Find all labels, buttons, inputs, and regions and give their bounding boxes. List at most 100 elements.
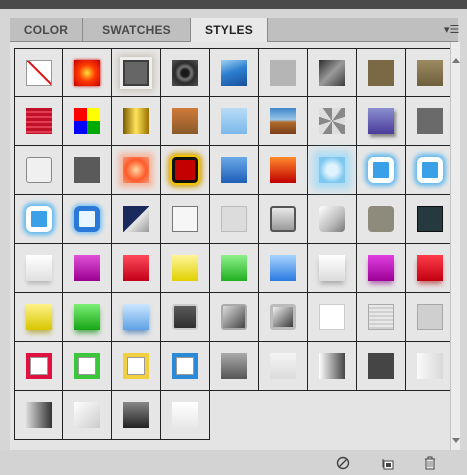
tab-styles[interactable]: STYLES (191, 18, 268, 43)
style-swatch[interactable] (63, 195, 112, 244)
style-swatch[interactable] (112, 195, 161, 244)
tab-swatches[interactable]: SWATCHES (83, 18, 191, 42)
style-swatch[interactable] (161, 195, 210, 244)
no-style-icon[interactable] (335, 455, 351, 471)
style-swatch[interactable] (112, 97, 161, 146)
style-swatch[interactable] (308, 342, 357, 391)
style-swatch[interactable] (259, 146, 308, 195)
style-swatch[interactable] (161, 146, 210, 195)
style-swatch[interactable] (63, 342, 112, 391)
style-swatch[interactable] (14, 48, 63, 97)
style-swatch[interactable] (357, 48, 406, 97)
style-swatch[interactable] (308, 97, 357, 146)
style-swatch[interactable] (406, 146, 455, 195)
style-preview (221, 255, 247, 281)
style-swatch[interactable] (259, 293, 308, 342)
style-swatch[interactable] (14, 391, 63, 440)
style-swatch[interactable] (161, 97, 210, 146)
style-swatch[interactable] (63, 391, 112, 440)
style-swatch[interactable] (308, 244, 357, 293)
style-preview (417, 353, 443, 379)
style-preview (270, 108, 296, 134)
style-swatch[interactable] (259, 195, 308, 244)
style-preview (221, 59, 247, 86)
style-swatch[interactable] (112, 342, 161, 391)
style-swatch[interactable] (63, 146, 112, 195)
style-swatch[interactable] (161, 48, 210, 97)
panel-menu-icon[interactable]: ▾☰ (444, 18, 459, 42)
style-swatch[interactable] (406, 195, 455, 244)
style-preview (123, 255, 149, 281)
style-swatch[interactable] (259, 97, 308, 146)
style-swatch[interactable] (210, 97, 259, 146)
style-swatch[interactable] (406, 97, 455, 146)
style-swatch[interactable] (406, 244, 455, 293)
panel-title-bar (0, 0, 467, 9)
style-preview (270, 304, 296, 330)
style-swatch[interactable] (406, 342, 455, 391)
style-preview (74, 59, 100, 86)
style-swatch[interactable] (357, 195, 406, 244)
style-swatch[interactable] (210, 244, 259, 293)
scroll-down-icon[interactable] (452, 438, 460, 443)
style-swatch[interactable] (259, 48, 308, 97)
style-preview (270, 206, 296, 232)
style-swatch[interactable] (14, 195, 63, 244)
style-swatch[interactable] (308, 195, 357, 244)
style-preview (25, 59, 52, 86)
style-preview (417, 157, 443, 183)
style-preview (172, 59, 198, 86)
style-swatch[interactable] (14, 244, 63, 293)
style-preview (74, 157, 100, 183)
style-swatch[interactable] (161, 342, 210, 391)
style-swatch[interactable] (112, 244, 161, 293)
style-swatch[interactable] (112, 146, 161, 195)
style-swatch[interactable] (357, 293, 406, 342)
style-swatch[interactable] (161, 391, 210, 440)
style-swatch[interactable] (63, 293, 112, 342)
style-swatch[interactable] (63, 244, 112, 293)
scrollbar[interactable] (450, 42, 460, 450)
new-style-icon[interactable] (380, 455, 396, 471)
style-preview (74, 255, 100, 281)
style-swatch[interactable] (259, 244, 308, 293)
style-swatch[interactable] (161, 293, 210, 342)
style-swatch[interactable] (210, 342, 259, 391)
scroll-up-icon[interactable] (452, 58, 460, 63)
style-swatch[interactable] (406, 48, 455, 97)
style-swatch[interactable] (210, 146, 259, 195)
style-preview (221, 108, 247, 134)
style-swatch[interactable] (14, 97, 63, 146)
style-swatch[interactable] (357, 146, 406, 195)
style-preview (417, 59, 443, 86)
style-swatch[interactable] (63, 97, 112, 146)
style-swatch[interactable] (161, 244, 210, 293)
style-preview (123, 108, 149, 134)
style-swatch[interactable] (210, 195, 259, 244)
style-swatch[interactable] (14, 146, 63, 195)
style-swatch[interactable] (112, 391, 161, 440)
style-preview (221, 157, 247, 183)
style-swatch[interactable] (14, 342, 63, 391)
style-preview (25, 353, 52, 379)
style-swatch[interactable] (357, 244, 406, 293)
style-swatch[interactable] (14, 293, 63, 342)
style-swatch[interactable] (210, 293, 259, 342)
style-swatch[interactable] (210, 48, 259, 97)
trash-icon[interactable] (422, 455, 438, 471)
style-preview (319, 353, 345, 379)
style-swatch[interactable] (308, 146, 357, 195)
style-swatch[interactable] (308, 293, 357, 342)
style-swatch[interactable] (259, 342, 308, 391)
style-swatch[interactable] (112, 293, 161, 342)
tab-color[interactable]: COLOR (10, 18, 83, 42)
style-swatch[interactable] (308, 48, 357, 97)
style-preview (368, 353, 394, 379)
style-swatch[interactable] (357, 342, 406, 391)
style-preview (172, 304, 198, 330)
style-swatch[interactable] (112, 48, 161, 97)
style-swatch[interactable] (63, 48, 112, 97)
style-preview (221, 206, 247, 232)
style-swatch[interactable] (406, 293, 455, 342)
style-swatch[interactable] (357, 97, 406, 146)
